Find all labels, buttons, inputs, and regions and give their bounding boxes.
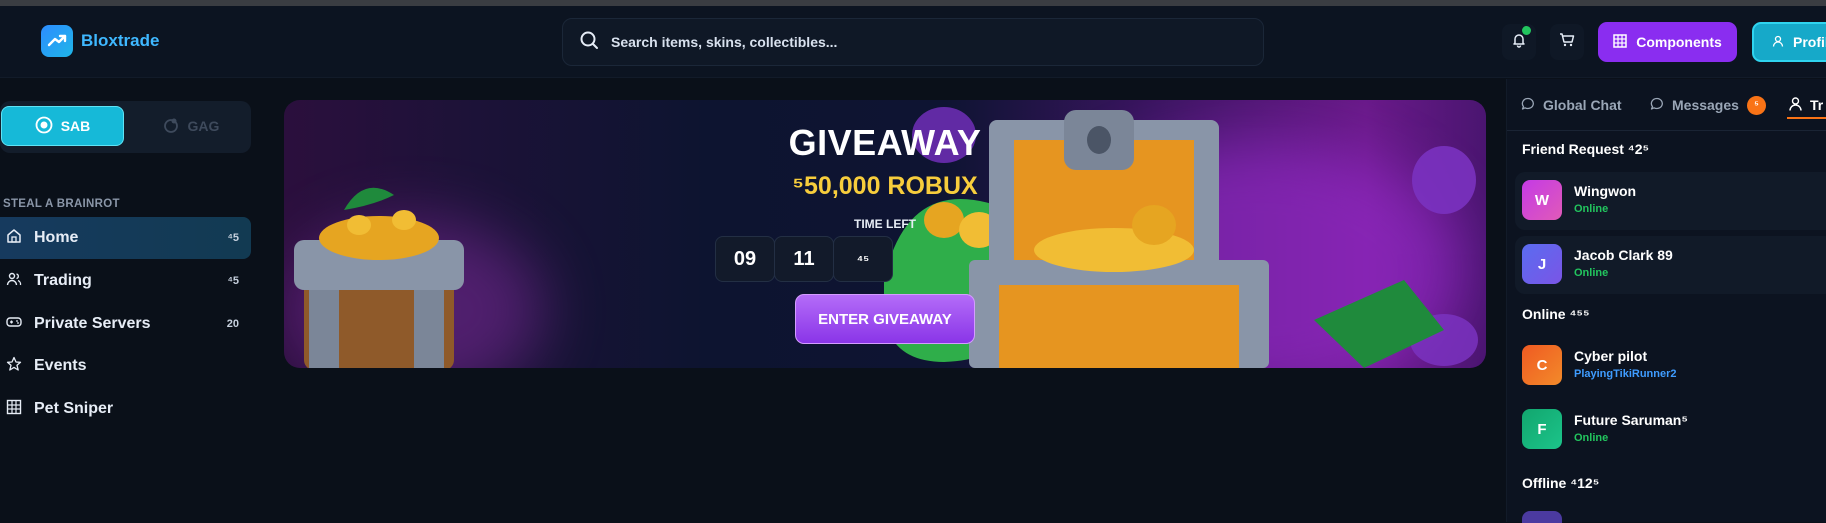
sidebar-item-trading[interactable]: Trading ⁴5 <box>0 260 251 302</box>
online-friend-row[interactable]: F Future Saruman⁵ Online <box>1515 401 1826 459</box>
sidebar-item-label: Trading <box>34 272 92 289</box>
user-status: Online <box>1574 203 1609 215</box>
search-input[interactable] <box>611 34 1211 50</box>
online-friend-row[interactable]: C Cyber pilot PlayingTikiRunner2 <box>1515 337 1826 395</box>
giveaway-title: GIVEAWAY <box>788 122 982 163</box>
offline-heading: Offline ⁴12⁵ <box>1522 475 1600 491</box>
user-status: PlayingTikiRunner2 <box>1574 368 1677 380</box>
sidebar: SAB GAG STEAL A BRAINROT Home ⁴5 Trading… <box>0 79 262 522</box>
avatar: W <box>1522 180 1562 220</box>
top-header: Bloxtrade Components Profile <box>0 6 1826 78</box>
sidebar-item-label: Pet Sniper <box>34 400 114 417</box>
messages-badge: ⁵ <box>1746 95 1766 115</box>
toggle-sab-label: SAB <box>60 118 91 134</box>
search-icon <box>579 30 599 55</box>
giveaway-prize: ⁵50,000 ROBUX <box>792 172 978 200</box>
sidebar-item-label: Events <box>34 357 87 374</box>
components-label: Components <box>1636 34 1722 50</box>
grid-icon <box>1613 33 1627 51</box>
sidebar-item-count: 20 <box>226 318 239 330</box>
notification-dot <box>1522 26 1531 35</box>
user-icon <box>1789 96 1802 114</box>
gamepad-icon <box>6 314 22 335</box>
components-button[interactable]: Components <box>1598 22 1737 62</box>
tab-label: Global Chat <box>1543 97 1622 113</box>
tab-global-chat[interactable]: Global Chat <box>1521 90 1622 120</box>
main-content: GIVEAWAY ⁵50,000 ROBUX TIME LEFT 09 11 ⁴… <box>262 79 1506 522</box>
sidebar-item-count: ⁴5 <box>227 232 239 244</box>
avatar <box>1522 511 1562 523</box>
grid-icon <box>6 399 22 420</box>
time-left-label: TIME LEFT <box>854 217 916 231</box>
chat-bubble-icon <box>1650 97 1664 114</box>
search-bar[interactable] <box>562 18 1264 66</box>
user-name: Cyber pilot <box>1574 348 1648 364</box>
sidebar-item-events[interactable]: Events <box>0 345 251 387</box>
cart-icon <box>1559 32 1575 53</box>
cart-button[interactable] <box>1550 24 1584 60</box>
notifications-button[interactable] <box>1502 24 1536 60</box>
timer-seconds: ⁴⁵ <box>833 236 893 282</box>
tab-label: Tr <box>1810 97 1824 113</box>
social-panel: Global Chat Messages ⁵ Tr Friend Request… <box>1506 79 1826 523</box>
profile-button[interactable]: Profile <box>1752 22 1826 62</box>
logo[interactable]: Bloxtrade <box>41 25 159 57</box>
toggle-gag-label: GAG <box>187 118 220 134</box>
sidebar-item-label: Home <box>34 229 79 246</box>
sidebar-item-home[interactable]: Home ⁴5 <box>0 217 251 259</box>
timer-hours: 09 <box>715 236 775 282</box>
online-heading: Online ⁴⁵⁵ <box>1522 306 1590 322</box>
user-icon <box>1772 34 1784 50</box>
tab-trades[interactable]: Tr <box>1789 90 1823 120</box>
users-icon <box>6 271 22 292</box>
user-name: Wingwon <box>1574 183 1637 199</box>
tab-messages[interactable]: Messages ⁵ <box>1650 90 1766 120</box>
sidebar-item-pet-sniper[interactable]: Pet Sniper <box>0 388 251 430</box>
avatar: C <box>1522 345 1562 385</box>
logo-text: Bloxtrade <box>81 31 160 50</box>
avatar: F <box>1522 409 1562 449</box>
user-status: Online <box>1574 432 1609 444</box>
seed-icon <box>162 116 180 137</box>
user-name: Jacob Clark 89 <box>1574 247 1673 263</box>
active-tab-indicator <box>1787 117 1826 119</box>
enter-giveaway-button[interactable]: ENTER GIVEAWAY <box>795 294 975 344</box>
friend-request-card[interactable]: W Wingwon Online <box>1515 172 1826 230</box>
star-icon <box>6 356 22 377</box>
section-label: STEAL A BRAINROT <box>3 198 120 210</box>
tab-label: Messages <box>1672 97 1739 113</box>
avatar: J <box>1522 244 1562 284</box>
trend-up-icon <box>41 25 73 57</box>
timer-minutes: 11 <box>774 236 834 282</box>
giveaway-banner: GIVEAWAY ⁵50,000 ROBUX TIME LEFT 09 11 ⁴… <box>284 100 1486 368</box>
sidebar-item-private-servers[interactable]: Private Servers 20 <box>0 303 251 345</box>
target-icon <box>35 116 53 137</box>
user-name: Future Saruman⁵ <box>1574 412 1688 428</box>
toggle-gag[interactable]: GAG <box>130 106 251 146</box>
sidebar-item-label: Private Servers <box>34 315 151 332</box>
friend-request-heading: Friend Request ⁴2⁵ <box>1522 141 1650 157</box>
chat-bubble-icon <box>1521 97 1535 114</box>
social-tabs: Global Chat Messages ⁵ Tr <box>1507 79 1826 131</box>
user-status: Online <box>1574 267 1609 279</box>
friend-request-card[interactable]: J Jacob Clark 89 Online <box>1515 236 1826 294</box>
profile-label: Profile <box>1793 34 1826 50</box>
sidebar-item-count: ⁴5 <box>227 275 239 287</box>
home-icon <box>6 228 22 249</box>
toggle-sab[interactable]: SAB <box>1 106 124 146</box>
game-toggle: SAB GAG <box>0 101 251 153</box>
